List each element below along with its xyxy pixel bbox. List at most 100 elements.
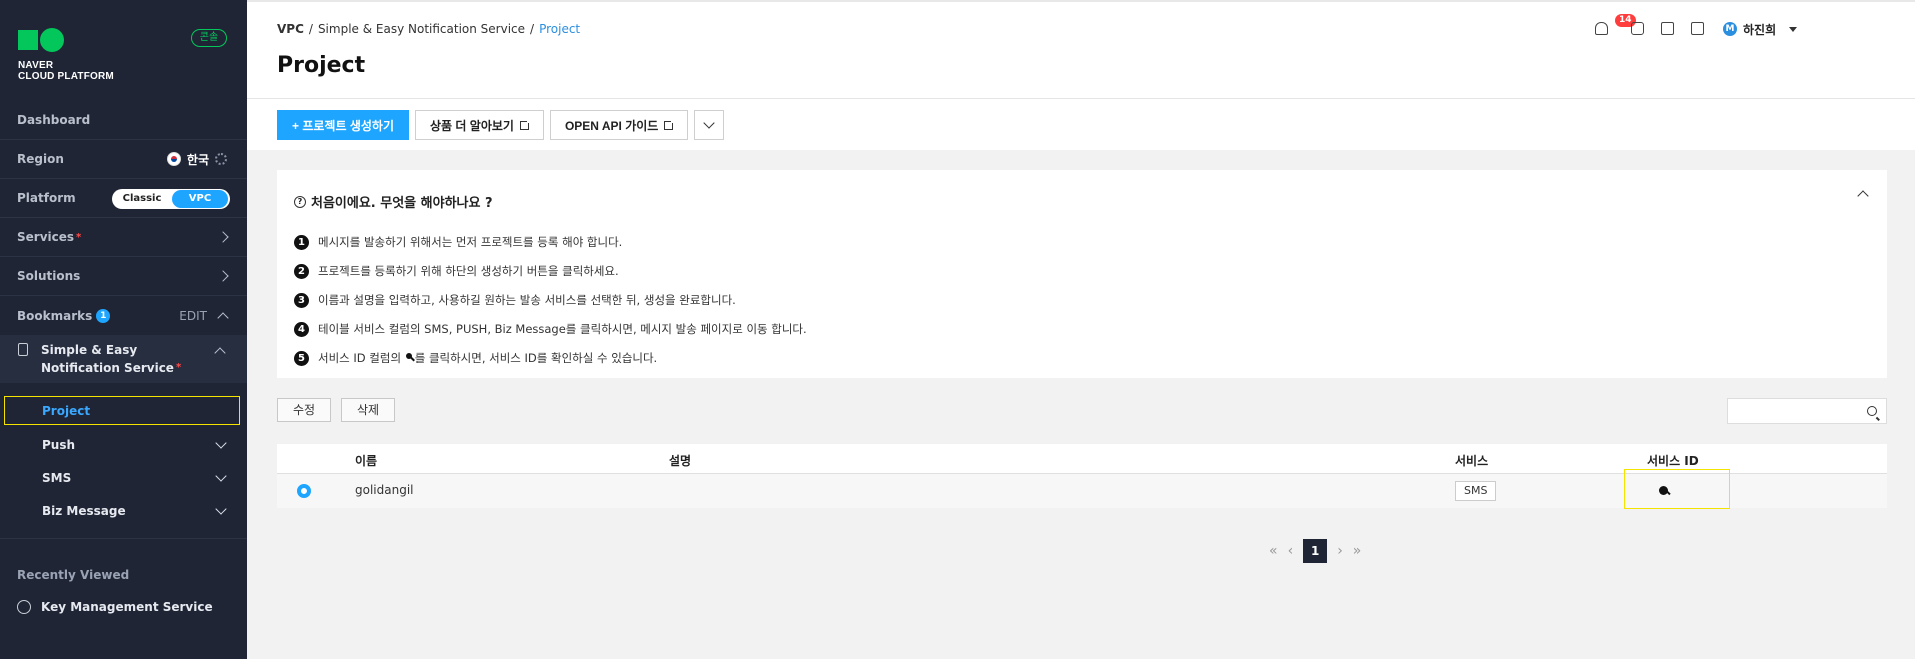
logo-line1: NAVER [18, 60, 54, 71]
step-number: 3 [294, 292, 309, 308]
guide-title-text: 처음이에요. 무엇을 해야하나요 ? [311, 196, 493, 211]
chevron-up-icon[interactable] [214, 347, 226, 359]
column-header-service-id[interactable]: 서비스 ID [1647, 452, 1699, 469]
api-guide-button[interactable]: OPEN API 가이드 [549, 110, 689, 140]
naver-cloud-logo[interactable]: NAVER CLOUD PLATFORM [18, 28, 114, 82]
recently-viewed-title: Recently Viewed [17, 568, 130, 582]
first-page-button[interactable]: « [1269, 543, 1278, 559]
platform-classic-option[interactable]: Classic [112, 189, 172, 209]
chevron-up-icon[interactable] [217, 311, 229, 324]
guide-step: 5 서비스 ID 컬럼의 를 클릭하시면, 서비스 ID를 확인하실 수 있습니… [294, 350, 657, 366]
user-name[interactable]: 하진희 [1743, 21, 1776, 38]
key-icon[interactable] [1659, 486, 1668, 495]
biz-message-label: Biz Message [42, 503, 126, 518]
chevron-right-icon [217, 270, 229, 282]
external-link-icon [519, 118, 531, 130]
guide-step: 4 테이블 서비스 컬럼의 SMS, PUSH, Biz Message를 클릭… [294, 321, 807, 337]
recent-item-label: Key Management Service [41, 600, 213, 614]
bookmark-sens[interactable]: Simple & Easy Notification Service * [0, 335, 247, 383]
main-content: VPC / Simple & Easy Notification Service… [247, 0, 1915, 659]
current-page[interactable]: 1 [1303, 539, 1328, 563]
breadcrumb-sep: / [530, 22, 535, 36]
guide-step: 1 메시지를 발송하기 위해서는 먼저 프로젝트를 등록 해야 합니다. [294, 234, 622, 250]
prev-page-button[interactable]: ‹ [1288, 543, 1294, 559]
bookmarks-edit-link[interactable]: EDIT [179, 309, 207, 323]
chat-icon[interactable] [1631, 22, 1644, 35]
step-number: 2 [294, 263, 309, 279]
bell-icon[interactable] [1595, 22, 1608, 35]
toolbar: + 프로젝트 생성하기 상품 더 알아보기 OPEN API 가이드 [277, 110, 725, 140]
table-row[interactable]: golidangil SMS [277, 469, 1887, 509]
services-label: Services [17, 230, 75, 244]
sidebar-item-region: Region 한국 [0, 140, 247, 179]
create-project-button[interactable]: + 프로젝트 생성하기 [277, 110, 409, 140]
external-link-icon [664, 118, 676, 130]
key-icon [405, 352, 415, 362]
sidebar-item-solutions[interactable]: Solutions [0, 257, 247, 296]
page-title: Project [277, 53, 366, 78]
caret-down-icon[interactable] [1789, 27, 1797, 32]
column-header-description[interactable]: 설명 [669, 452, 691, 469]
next-page-button[interactable]: › [1337, 543, 1343, 559]
column-header-service[interactable]: 서비스 [1455, 452, 1488, 469]
learn-more-label: 상품 더 알아보기 [430, 118, 514, 133]
recent-item-kms[interactable]: Key Management Service [17, 600, 213, 614]
fingerprint-icon [17, 600, 31, 614]
step-text: 이름과 설명을 입력하고, 사용하길 원하는 발송 서비스를 선택한 뒤, 생성… [318, 293, 736, 307]
sidebar-item-dashboard[interactable]: Dashboard [0, 101, 247, 140]
bookmarks-count-badge: 1 [96, 308, 111, 323]
dashboard-label: Dashboard [17, 113, 91, 127]
project-label: Project [42, 403, 91, 418]
chevron-down-icon [215, 502, 227, 515]
platform-vpc-option[interactable]: VPC [172, 190, 228, 208]
sms-label: SMS [42, 470, 72, 485]
step-text: 프로젝트를 등록하기 위해 하단의 생성하기 버튼을 클릭하세요. [318, 264, 619, 278]
search-icon[interactable] [1867, 406, 1877, 416]
sidebar-item-sms[interactable]: SMS [0, 461, 247, 494]
book-icon[interactable] [1691, 22, 1704, 35]
sidebar-item-services[interactable]: Services * [0, 218, 247, 257]
project-name: golidangil [355, 483, 414, 497]
breadcrumb-sens[interactable]: Simple & Easy Notification Service [318, 22, 525, 36]
step-text: 서비스 ID 컬럼의 를 클릭하시면, 서비스 ID를 확인하실 수 있습니다. [318, 351, 658, 365]
edit-button[interactable]: 수정 [277, 398, 331, 422]
last-page-button[interactable]: » [1353, 543, 1362, 559]
more-dropdown-button[interactable] [694, 110, 725, 140]
sidebar-item-bookmarks[interactable]: Bookmarks 1 EDIT [0, 296, 247, 335]
avatar[interactable]: M [1723, 22, 1737, 36]
column-header-name[interactable]: 이름 [355, 452, 377, 469]
sidebar-item-push[interactable]: Push [0, 428, 247, 461]
gear-icon[interactable] [215, 153, 227, 165]
guide-collapse-button[interactable] [1857, 190, 1869, 202]
sidebar-item-project[interactable]: Project [4, 396, 240, 425]
region-value[interactable]: 한국 [187, 151, 209, 168]
chevron-down-icon [215, 436, 227, 449]
edit-icon[interactable] [1661, 22, 1674, 35]
service-sms-badge[interactable]: SMS [1455, 481, 1497, 501]
logo-mark [18, 28, 114, 52]
guide-step: 2 프로젝트를 등록하기 위해 하단의 생성하기 버튼을 클릭하세요. [294, 263, 619, 279]
breadcrumb-vpc[interactable]: VPC [277, 22, 304, 36]
service-id-cell[interactable] [1624, 469, 1730, 509]
sidebar-item-biz-message[interactable]: Biz Message [0, 494, 247, 527]
header-icons: 14 M 하진희 [1585, 14, 1915, 40]
step-text: 테이블 서비스 컬럼의 SMS, PUSH, Biz Message를 클릭하시… [318, 322, 807, 336]
learn-more-button[interactable]: 상품 더 알아보기 [415, 110, 544, 140]
question-icon: ? [294, 195, 306, 208]
breadcrumb-sep: / [308, 22, 313, 36]
chevron-down-icon [703, 117, 715, 129]
row-select-radio[interactable] [297, 484, 311, 498]
console-badge[interactable]: 콘솔 [191, 29, 227, 47]
chevron-right-icon [217, 231, 229, 243]
sidebar: NAVER CLOUD PLATFORM 콘솔 Dashboard Region… [0, 0, 247, 659]
chevron-down-icon [215, 469, 227, 482]
getting-started-guide: ? 처음이에요. 무엇을 해야하나요 ? 1 메시지를 발송하기 위해서는 먼저… [277, 170, 1887, 378]
api-guide-label: OPEN API 가이드 [564, 118, 659, 133]
platform-toggle[interactable]: Classic VPC [112, 189, 230, 209]
delete-button[interactable]: 삭제 [341, 398, 395, 422]
search-input[interactable] [1727, 398, 1887, 424]
chevron-up-icon [1857, 190, 1869, 202]
step-number: 5 [294, 350, 309, 366]
pagination: « ‹ 1 › » [1269, 539, 1361, 563]
step-number: 4 [294, 321, 309, 337]
